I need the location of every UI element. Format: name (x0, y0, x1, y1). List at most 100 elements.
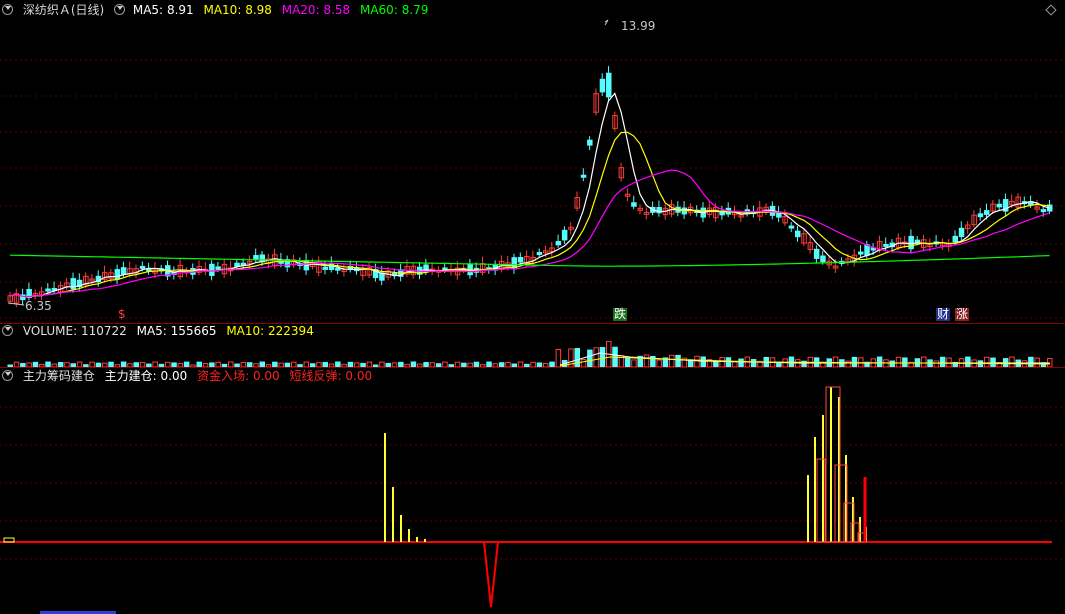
indicator-chart-panel[interactable]: 主力筹码建仓 主力建仓: 0.00 资金入场: 0.00 短线反弹: 0.00 (0, 367, 1065, 614)
indicator-line1-value: 0.00 (160, 369, 188, 383)
indicator-header: 主力筹码建仓 主力建仓: 0.00 资金入场: 0.00 短线反弹: 0.00 (2, 369, 378, 383)
vol-ma5-label: MA5: (136, 324, 167, 338)
indicator-title: 主力筹码建仓 (22, 369, 95, 383)
event-marker-finance[interactable]: 财 (936, 308, 951, 321)
candle-body (858, 251, 864, 255)
volume-bar (719, 356, 725, 367)
candle-body (908, 235, 914, 250)
volume-header: VOLUME: 110722 MA5: 155665 MA10: 222394 (2, 324, 320, 338)
ma20-line (9, 169, 1050, 298)
volume-bar (694, 355, 700, 367)
candle-body (335, 267, 341, 271)
volume-bar (750, 359, 757, 367)
candle-body (209, 263, 215, 276)
ma10-value: 8.98 (245, 3, 272, 17)
volume-bar (902, 357, 908, 367)
ma10-label: MA10: (203, 3, 242, 17)
candle-body (984, 210, 990, 215)
stock-title: 深纺织Ａ(日线) (22, 3, 105, 17)
candle-body (606, 72, 612, 98)
volume-bar (669, 354, 675, 367)
ma5-readout: MA5: 8.91 (133, 3, 194, 17)
indicator-line3: 短线反弹: 0.00 (290, 369, 373, 383)
event-marker-dollar[interactable]: $ (117, 308, 127, 321)
volume-readout: VOLUME: 110722 (23, 324, 127, 338)
ma20-value: 8.58 (323, 3, 351, 17)
ma20-readout: MA20: 8.58 (282, 3, 350, 17)
ma20-label: MA20: (281, 3, 320, 17)
indicator-menu-icon[interactable] (114, 4, 126, 15)
candle-body (958, 227, 965, 237)
candle-body (587, 139, 593, 146)
candle-body (120, 267, 127, 275)
candle-body (788, 225, 795, 229)
volume-bar (555, 348, 562, 367)
candle-body (599, 78, 606, 93)
volume-bar (587, 349, 593, 367)
volume-bar (984, 356, 990, 367)
candle-body (517, 256, 524, 263)
volume-bar (895, 356, 902, 367)
indicator-line1-label: 主力建仓: (104, 369, 157, 383)
indicator-chart[interactable] (0, 367, 1065, 614)
volume-bar (738, 358, 744, 367)
volume-chart-panel[interactable]: VOLUME: 110722 MA5: 155665 MA10: 222394 (0, 323, 1065, 367)
ma10-readout: MA10: 8.98 (203, 3, 271, 17)
high-price-label: 13.99 (621, 19, 656, 33)
indicator-line3-value: 0.00 (345, 369, 373, 383)
volume-bar (965, 356, 971, 367)
candle-body (813, 248, 820, 259)
vol-ma5-value: 155665 (170, 324, 217, 338)
candle-body (555, 241, 562, 246)
candle-body (996, 203, 1003, 208)
volume-bar (946, 357, 952, 367)
candle-body (139, 265, 146, 269)
volume-bar (624, 357, 631, 367)
event-marker-rise[interactable]: 涨 (955, 308, 970, 321)
candle-body (253, 255, 259, 260)
volume-bar (599, 347, 606, 367)
volume-bar (574, 347, 580, 367)
candle-body (952, 235, 958, 243)
low-price-label: 6.35 (25, 299, 52, 313)
candle-body (1040, 209, 1047, 213)
candle-body (322, 266, 328, 270)
indicator-line2: 资金入场: 0.00 (197, 369, 280, 383)
candle-body (215, 266, 221, 270)
candle-body (114, 269, 121, 280)
volume-bar (580, 359, 587, 367)
volume-bar (876, 356, 883, 367)
candle-body (795, 230, 801, 238)
candle-body (561, 229, 568, 241)
collapse-toggle-icon[interactable] (2, 4, 13, 15)
volume-bar (643, 354, 650, 367)
volume-value: 110722 (80, 324, 127, 338)
collapse-toggle-icon[interactable] (2, 325, 13, 336)
collapse-toggle-icon[interactable] (2, 370, 13, 381)
volume-bar (1028, 356, 1034, 367)
ma60-line (9, 254, 1050, 267)
volume-bar (656, 359, 662, 367)
candle-body (536, 252, 543, 256)
candle-body (883, 243, 889, 247)
volume-bar (921, 356, 927, 367)
high-pointer (604, 19, 609, 26)
vol-ma10-value: 222394 (268, 324, 314, 338)
price-candlestick-chart[interactable] (0, 0, 1065, 323)
event-marker-fall[interactable]: 跌 (613, 308, 628, 321)
candle-body (580, 174, 587, 178)
ma60-readout: MA60: 8.79 (360, 3, 428, 17)
price-chart-panel[interactable]: 深纺织Ａ(日线) MA5: 8.91 MA10: 8.98 MA20: 8.58… (0, 0, 1065, 323)
indicator-line2-value: 0.00 (252, 369, 280, 383)
vol-ma10-readout: MA10: 222394 (226, 324, 314, 338)
indicator-line3-label: 短线反弹: (289, 369, 342, 383)
volume-label: VOLUME: (22, 324, 78, 338)
candle-body (820, 255, 826, 263)
volume-bar (675, 354, 681, 367)
ma5-value: 8.91 (166, 3, 194, 17)
volume-bar (631, 359, 637, 367)
candle-body (631, 202, 637, 207)
volume-bar (700, 356, 706, 367)
indicator-line2-label: 资金入场: (197, 369, 250, 383)
indicator-dip (483, 541, 499, 608)
